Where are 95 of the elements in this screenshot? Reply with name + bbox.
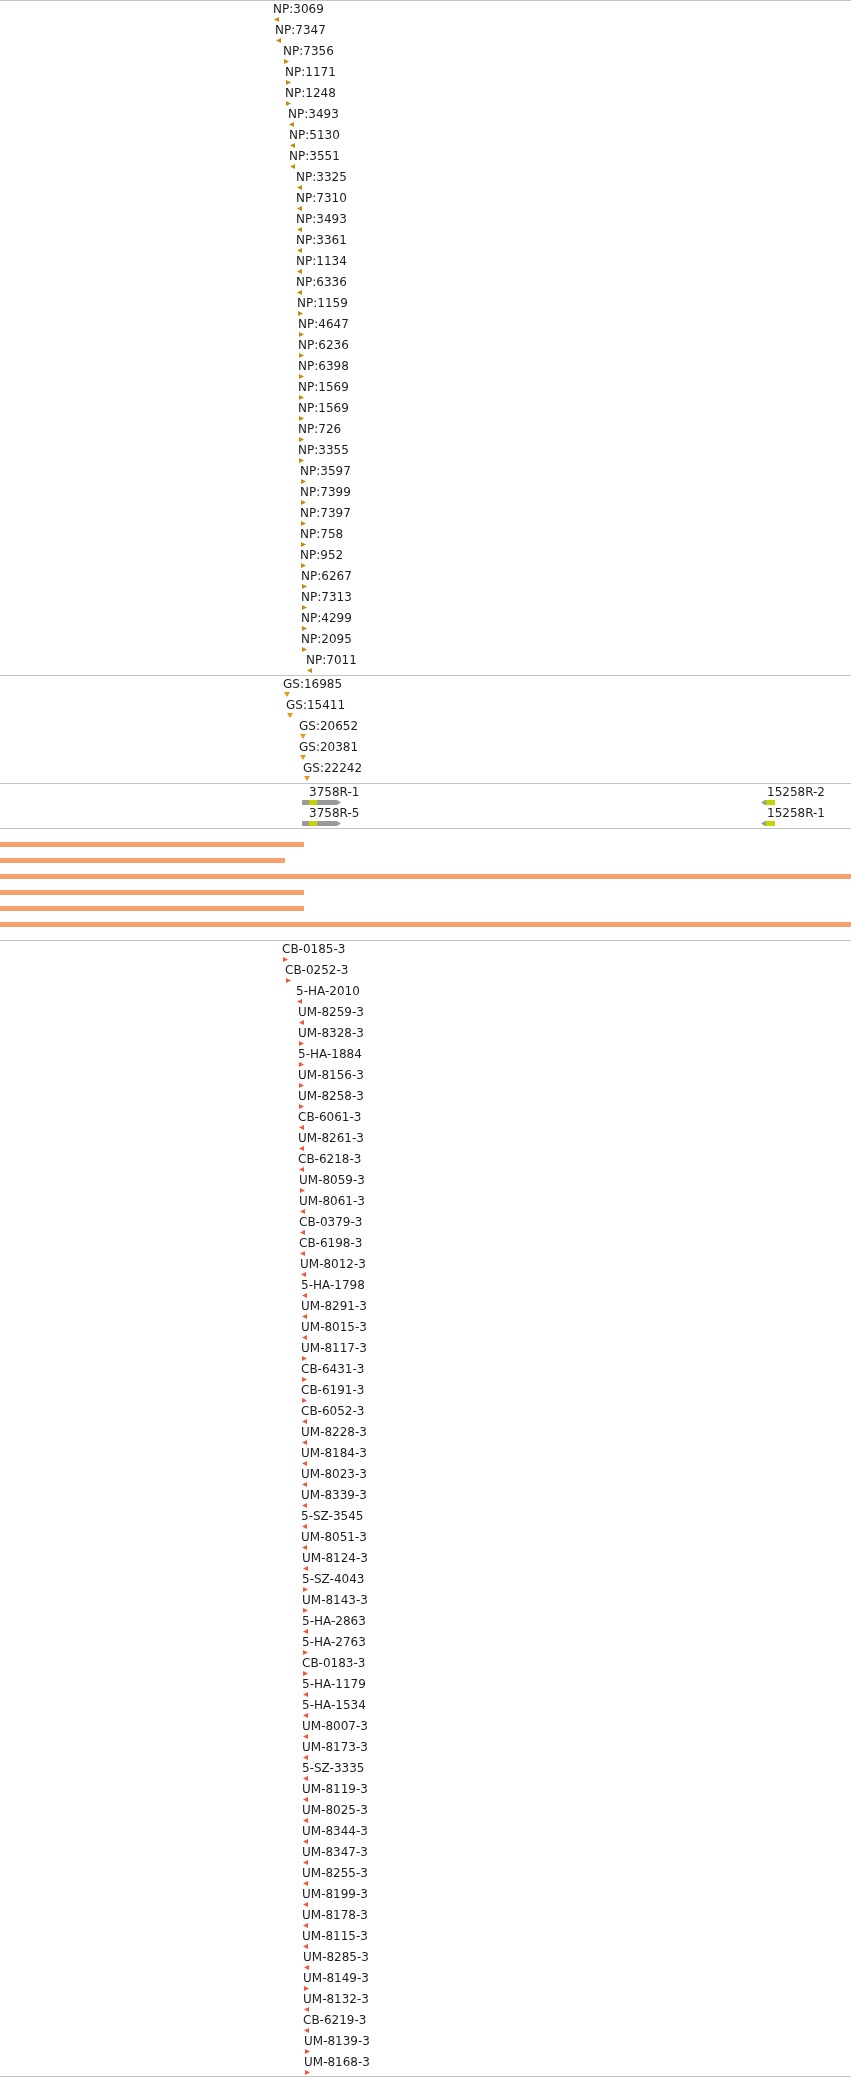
feature-label: CB-0185-3 (282, 943, 346, 955)
feature-label: NP:3551 (289, 150, 340, 162)
feature-label: UM-8012-3 (300, 1258, 366, 1270)
feature-label: NP:3493 (296, 213, 347, 225)
feature-label: UM-8347-3 (302, 1846, 368, 1858)
feature-label: NP:7356 (283, 45, 334, 57)
feature-label: GS:16985 (283, 678, 343, 690)
feature-label: UM-8143-3 (302, 1594, 368, 1606)
feature-label: CB-6061-3 (298, 1111, 362, 1123)
feature-label: NP:6267 (301, 570, 352, 582)
feature-label: NP:7011 (306, 654, 357, 666)
feature-label: NP:1248 (285, 87, 336, 99)
feature-label: 5-HA-1179 (302, 1678, 366, 1690)
feature-label: NP:6336 (296, 276, 347, 288)
feature-label: UM-8007-3 (302, 1720, 368, 1732)
feature-label: UM-8025-3 (302, 1804, 368, 1816)
feature-label: NP:1134 (296, 255, 347, 267)
feature-label: 5-HA-1534 (302, 1699, 366, 1711)
feature-label: GS:20381 (299, 741, 359, 753)
feature-label: CB-0379-3 (299, 1216, 363, 1228)
feature-label: UM-8199-3 (302, 1888, 368, 1900)
feature-label: UM-8258-3 (298, 1090, 364, 1102)
feature-label: UM-8051-3 (301, 1531, 367, 1543)
feature-label: NP:4647 (298, 318, 349, 330)
feature-label: NP:5130 (289, 129, 340, 141)
feature-label: 5-HA-2010 (296, 985, 360, 997)
feature-label: UM-8259-3 (298, 1006, 364, 1018)
feature-label: UM-8117-3 (301, 1342, 367, 1354)
feature-label: 5-SZ-4043 (302, 1573, 365, 1585)
feature-label: NP:952 (300, 549, 344, 561)
feature-label: CB-6052-3 (301, 1405, 365, 1417)
feature-label: GS:15411 (286, 699, 346, 711)
feature-label: CB-6198-3 (299, 1237, 363, 1249)
feature-label: UM-8132-3 (303, 1993, 369, 2005)
feature-label: UM-8291-3 (301, 1300, 367, 1312)
feature-label: UM-8173-3 (302, 1741, 368, 1753)
gene-label: 3758R-5 (309, 807, 360, 819)
feature-label: UM-8023-3 (301, 1468, 367, 1480)
feature-label: 5-HA-2763 (302, 1636, 366, 1648)
feature-label: UM-8149-3 (303, 1972, 369, 1984)
feature-label: UM-8255-3 (302, 1867, 368, 1879)
feature-label: UM-8059-3 (299, 1174, 365, 1186)
gene-label: 15258R-2 (767, 786, 825, 798)
feature-label: NP:3597 (300, 465, 351, 477)
feature-label: NP:3069 (273, 3, 324, 15)
feature-label: NP:7347 (275, 24, 326, 36)
feature-label: 5-HA-2863 (302, 1615, 366, 1627)
feature-label: 5-HA-1884 (298, 1048, 362, 1060)
feature-label: UM-8061-3 (299, 1195, 365, 1207)
feature-label: 5-SZ-3545 (301, 1510, 364, 1522)
feature-label: NP:3355 (298, 444, 349, 456)
feature-label: NP:3361 (296, 234, 347, 246)
feature-label: UM-8015-3 (301, 1321, 367, 1333)
feature-label: UM-8115-3 (302, 1930, 368, 1942)
feature-label: NP:1171 (285, 66, 336, 78)
feature-label: NP:7310 (296, 192, 347, 204)
feature-label: NP:6398 (298, 360, 349, 372)
feature-label: GS:22242 (303, 762, 363, 774)
feature-label: NP:758 (300, 528, 344, 540)
feature-label: UM-8178-3 (302, 1909, 368, 1921)
feature-label: NP:2095 (301, 633, 352, 645)
feature-label: NP:7399 (300, 486, 351, 498)
feature-label: NP:3325 (296, 171, 347, 183)
feature-label: NP:1159 (297, 297, 348, 309)
feature-label: GS:20652 (299, 720, 359, 732)
feature-label: NP:3493 (288, 108, 339, 120)
feature-label: UM-8119-3 (302, 1783, 368, 1795)
feature-label: UM-8184-3 (301, 1447, 367, 1459)
feature-label: CB-0183-3 (302, 1657, 366, 1669)
feature-label: CB-0252-3 (285, 964, 349, 976)
feature-label: NP:726 (298, 423, 342, 435)
feature-label: UM-8228-3 (301, 1426, 367, 1438)
feature-label: UM-8156-3 (298, 1069, 364, 1081)
feature-label: UM-8139-3 (304, 2035, 370, 2047)
feature-label: UM-8285-3 (303, 1951, 369, 1963)
feature-label: CB-6218-3 (298, 1153, 362, 1165)
feature-label: UM-8339-3 (301, 1489, 367, 1501)
feature-label: UM-8344-3 (302, 1825, 368, 1837)
feature-label: 5-HA-1798 (301, 1279, 365, 1291)
feature-label: NP:4299 (301, 612, 352, 624)
feature-label: NP:1569 (298, 402, 349, 414)
feature-label: UM-8261-3 (298, 1132, 364, 1144)
feature-label: NP:7397 (300, 507, 351, 519)
gene-label: 15258R-1 (767, 807, 825, 819)
gene-label: 3758R-1 (309, 786, 360, 798)
feature-label: UM-8328-3 (298, 1027, 364, 1039)
feature-label: 5-SZ-3335 (302, 1762, 365, 1774)
feature-label: UM-8124-3 (302, 1552, 368, 1564)
feature-label: NP:6236 (298, 339, 349, 351)
feature-label: NP:1569 (298, 381, 349, 393)
feature-label: CB-6191-3 (301, 1384, 365, 1396)
feature-label: UM-8168-3 (304, 2056, 370, 2068)
feature-label: NP:7313 (301, 591, 352, 603)
feature-label: CB-6219-3 (303, 2014, 367, 2026)
feature-label: CB-6431-3 (301, 1363, 365, 1375)
